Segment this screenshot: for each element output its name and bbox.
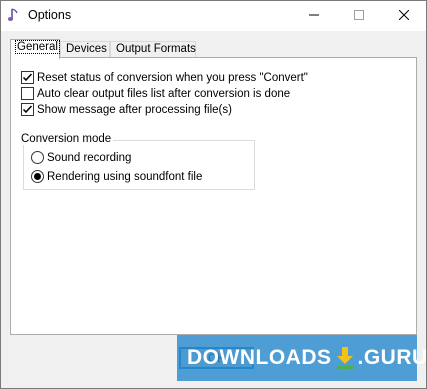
checkbox-unchecked-icon [21,87,34,100]
auto-clear-checkbox[interactable]: Auto clear output files list after conve… [21,86,290,101]
titlebar[interactable]: Options [1,1,426,31]
close-button[interactable] [381,1,426,30]
rendering-soundfont-label: Rendering using soundfont file [47,170,203,183]
tab-devices[interactable]: Devices [60,41,110,58]
checkbox-checked-icon [21,103,34,116]
radio-unselected-icon [31,151,44,164]
downloads-guru-watermark: DOWNLOADS .GURU [177,335,427,381]
tab-general-label: General [15,40,60,54]
auto-clear-label: Auto clear output files list after conve… [37,87,291,100]
maximize-button[interactable] [336,1,381,30]
show-message-label: Show message after processing file(s) [37,103,232,116]
options-window: Options General Devices Output Formats R… [0,0,427,389]
tab-output-formats[interactable]: Output Formats [110,41,196,58]
minimize-button[interactable] [291,1,336,30]
watermark-text-right: .GURU [357,346,427,369]
sound-recording-radio[interactable]: Sound recording [31,150,131,165]
window-title: Options [28,8,72,22]
show-message-checkbox[interactable]: Show message after processing file(s) [21,102,232,117]
conversion-mode-legend: Conversion mode [19,133,114,145]
rendering-soundfont-radio[interactable]: Rendering using soundfont file [31,169,202,184]
checkbox-checked-icon [21,71,34,84]
radio-selected-icon [31,170,44,183]
close-icon [398,9,409,23]
tab-general[interactable]: General [10,39,60,59]
sound-recording-label: Sound recording [47,151,132,164]
maximize-icon [353,9,364,23]
download-arrow-icon [335,346,355,370]
general-panel: Reset status of conversion when you pres… [10,57,417,335]
tab-output-formats-label: Output Formats [116,43,196,55]
music-note-icon [7,7,21,23]
reset-status-checkbox[interactable]: Reset status of conversion when you pres… [21,70,308,85]
watermark-text-left: DOWNLOADS [187,346,332,369]
reset-status-label: Reset status of conversion when you pres… [37,71,308,84]
minimize-icon [308,9,319,23]
tab-devices-label: Devices [66,43,107,55]
